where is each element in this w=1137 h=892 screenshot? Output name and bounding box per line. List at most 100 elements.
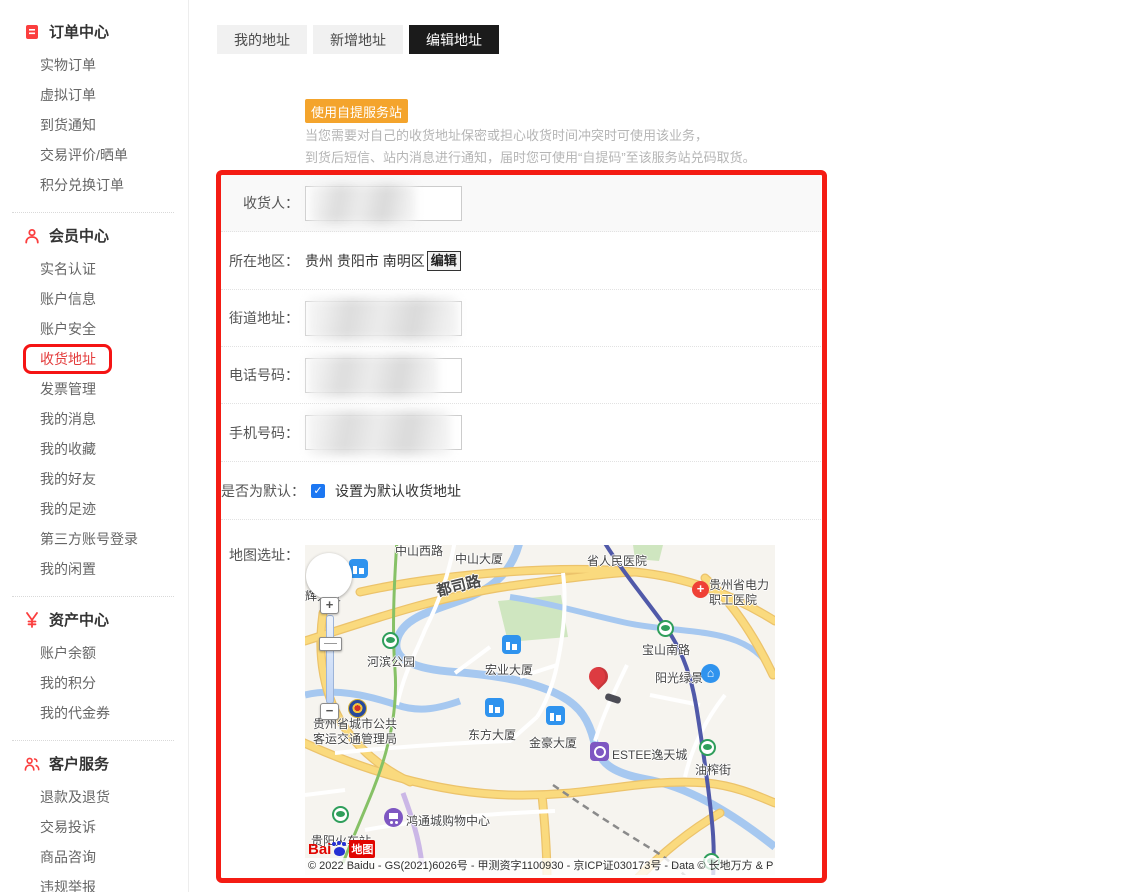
zoom-out-button[interactable]: − [320,703,339,720]
sidebar-item-reviews[interactable]: 交易评价/晒单 [24,140,188,170]
sidebar-section-assets: 资产中心 [24,609,188,630]
map-label-building: 东方大厦 [468,726,516,743]
order-icon [24,24,40,40]
map-label-road: 中山西路 [395,545,443,559]
pan-down-icon[interactable] [324,584,334,594]
sidebar-divider [12,596,174,597]
mobile-input[interactable] [305,415,462,450]
member-icon [24,228,40,244]
sidebar-item-third-party-login[interactable]: 第三方账号登录 [24,524,188,554]
sidebar-section-service: 客户服务 [24,753,188,774]
map-copyright: © 2022 Baidu - GS(2021)6026号 - 甲测资字11009… [305,858,775,875]
asset-icon [24,612,40,628]
pickup-description: 当您需要对自己的收货地址保密或担心收货时间冲突时可使用该业务， 到货后短信、站内… [305,125,756,169]
page: 订单中心 实物订单 虚拟订单 到货通知 交易评价/晒单 积分兑换订单 会员中心 … [0,0,1137,892]
tab-add-address[interactable]: 新增地址 [313,25,403,54]
sidebar-item-refunds[interactable]: 退款及退货 [24,782,188,812]
sidebar-item-report-violation[interactable]: 违规举报 [24,872,188,892]
section-title: 客户服务 [49,753,109,774]
default-label: 是否为默认： [221,481,299,501]
sidebar-divider [12,740,174,741]
region-value: 贵州 贵阳市 南明区 [305,251,425,271]
pan-right-icon[interactable] [337,571,347,581]
baidu-logo: Bai 地图 [308,840,375,858]
recipient-input[interactable] [305,186,462,221]
shopping-marker-icon [384,808,403,827]
phone-input[interactable] [305,358,462,393]
redacted-value [308,298,458,340]
pickup-desc-line1: 当您需要对自己的收货地址保密或担心收货时间冲突时可使用该业务， [305,125,756,147]
map-label-road: 宝山南路 [642,641,690,658]
residence-marker-icon: ⌂ [701,664,720,683]
annotation-box-sidebar: 收货地址 [23,344,112,374]
redacted-value [308,411,450,455]
region-row: 所在地区： 贵州 贵阳市 南明区 编辑 [221,232,821,290]
street-label: 街道地址： [221,308,299,328]
sidebar-item-points-orders[interactable]: 积分兑换订单 [24,170,188,200]
default-checkbox-label: 设置为默认收货地址 [335,481,461,501]
metro-station-icon [657,620,674,637]
baidu-logo-text: Bai [308,841,331,858]
mobile-row: 手机号码： [221,404,821,462]
redacted-value [310,184,415,224]
zoom-in-button[interactable]: + [320,597,339,614]
sidebar-item-account-balance[interactable]: 账户余额 [24,638,188,668]
sidebar-item-my-idle[interactable]: 我的闲置 [24,554,188,584]
use-pickup-station-button[interactable]: 使用自提服务站 [305,99,408,123]
pan-left-icon[interactable] [311,571,321,581]
sidebar-item-my-footprints[interactable]: 我的足迹 [24,494,188,524]
edit-address-form: 收货人： 所在地区： 贵州 贵阳市 南明区 编辑 街道地址： 电话号码： 手机号… [221,175,821,875]
sidebar: 订单中心 实物订单 虚拟订单 到货通知 交易评价/晒单 积分兑换订单 会员中心 … [0,0,189,892]
metro-station-icon [699,739,716,756]
map-label-mall: ESTEE逸天城 [612,746,687,763]
sidebar-item-physical-orders[interactable]: 实物订单 [24,50,188,80]
map-label-building: 中山大厦 [455,550,503,567]
sidebar-item-my-points[interactable]: 我的积分 [24,668,188,698]
sidebar-item-my-messages[interactable]: 我的消息 [24,404,188,434]
map-label-building: 金豪大厦 [529,734,577,751]
sidebar-item-product-inquiry[interactable]: 商品咨询 [24,842,188,872]
map-label-road: 油榨街 [695,761,731,778]
sidebar-item-my-vouchers[interactable]: 我的代金券 [24,698,188,728]
tab-my-address[interactable]: 我的地址 [217,25,307,54]
zoom-slider-handle[interactable] [319,637,342,651]
sidebar-item-account-security[interactable]: 账户安全 [24,314,188,344]
baidu-map[interactable]: 中山西路 中山大厦 省人民医院 都司路 辉大厦 贵州省电力 职工医院 宝山南路 … [305,545,775,875]
sidebar-item-my-friends[interactable]: 我的好友 [24,464,188,494]
map-label-building: 宏业大厦 [485,661,533,678]
map-label-hospital: 贵州省电力 职工医院 [709,578,769,608]
pan-up-icon[interactable] [324,558,334,568]
street-input[interactable] [305,301,462,336]
map-label-agency: 贵州省城市公共 客运交通管理局 [313,717,397,747]
sidebar-item-shipping-address[interactable]: 收货地址 [24,344,188,374]
sidebar-section-orders: 订单中心 [24,21,188,42]
baidu-paw-icon [332,842,347,857]
tab-edit-address[interactable]: 编辑地址 [409,25,499,54]
sidebar-item-virtual-orders[interactable]: 虚拟订单 [24,80,188,110]
baidu-map-badge: 地图 [349,840,375,858]
sidebar-item-arrival-notice[interactable]: 到货通知 [24,110,188,140]
address-tabs: 我的地址 新增地址 编辑地址 [217,25,499,54]
government-emblem-icon [348,699,367,718]
sidebar-item-invoices[interactable]: 发票管理 [24,374,188,404]
hospital-icon: + [692,581,709,598]
pickup-desc-line2: 到货后短信、站内消息进行通知，届时您可使用“自提码”至该服务站兑码取货。 [305,147,756,169]
building-marker-icon [502,635,521,654]
map-label-park: 河滨公园 [367,653,415,670]
default-row: 是否为默认： ✓ 设置为默认收货地址 [221,462,821,520]
sidebar-section-member: 会员中心 [24,225,188,246]
map-pan-control[interactable] [306,553,352,599]
section-title: 资产中心 [49,609,109,630]
metro-station-icon [332,806,349,823]
zoom-slider-track[interactable] [326,615,334,704]
map-label-mall: 鸿通城购物中心 [406,812,490,829]
sidebar-item-my-favorites[interactable]: 我的收藏 [24,434,188,464]
street-row: 街道地址： [221,290,821,347]
region-edit-button[interactable]: 编辑 [427,251,461,271]
sidebar-item-real-name[interactable]: 实名认证 [24,254,188,284]
map-label: 地图选址： [221,545,299,565]
building-marker-icon [485,698,504,717]
sidebar-item-account-info[interactable]: 账户信息 [24,284,188,314]
sidebar-item-complaints[interactable]: 交易投诉 [24,812,188,842]
default-checkbox[interactable]: ✓ [311,484,325,498]
